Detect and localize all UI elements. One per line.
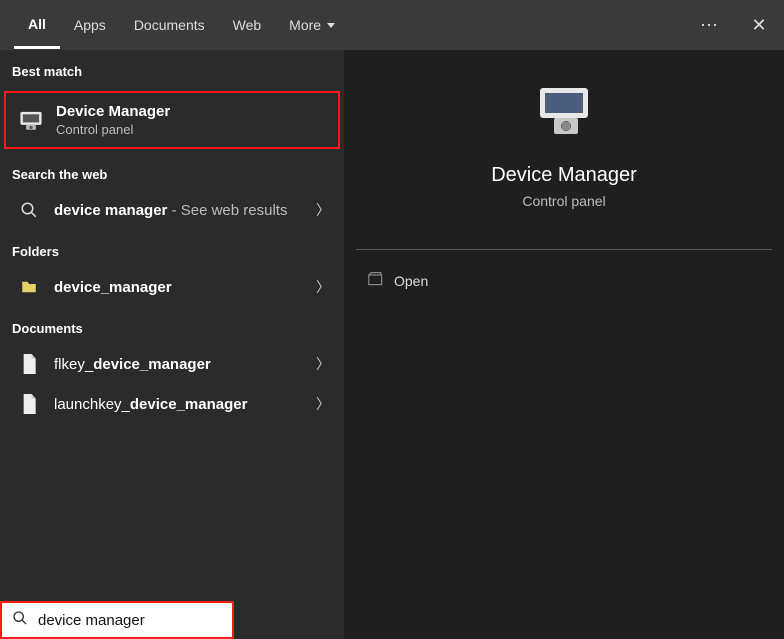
search-icon: [14, 201, 44, 219]
chevron-right-icon: 〉: [308, 354, 330, 374]
tab-apps[interactable]: Apps: [60, 3, 120, 47]
preview-title: Device Manager: [491, 164, 637, 187]
body: Best match Device Manager Control panel …: [0, 50, 784, 639]
device-manager-large-icon: [532, 80, 596, 144]
preview-header: Device Manager Control panel: [344, 50, 784, 229]
tab-label: All: [28, 16, 46, 32]
document-icon: [14, 394, 44, 414]
web-result-text: device manager - See web results: [54, 202, 308, 219]
close-button[interactable]: ✕: [734, 0, 784, 50]
chevron-right-icon: 〉: [308, 394, 330, 414]
document-name: flkey_device_manager: [54, 356, 308, 373]
section-documents: Documents: [0, 307, 344, 344]
document-result[interactable]: launchkey_device_manager 〉: [0, 384, 344, 424]
chevron-down-icon: [327, 23, 335, 28]
tab-label: Documents: [134, 17, 205, 33]
results-panel: Best match Device Manager Control panel …: [0, 50, 344, 639]
folder-result[interactable]: device_manager 〉: [0, 267, 344, 307]
preview-subtitle: Control panel: [522, 193, 605, 209]
tab-documents[interactable]: Documents: [120, 3, 219, 47]
folder-name: device_manager: [54, 279, 308, 296]
search-bar[interactable]: [0, 601, 234, 639]
device-manager-icon: [16, 107, 46, 133]
more-options-button[interactable]: ⋯: [684, 0, 734, 50]
action-open[interactable]: Open: [354, 260, 774, 302]
tab-all[interactable]: All: [14, 2, 60, 49]
action-label: Open: [394, 273, 428, 289]
section-search-web: Search the web: [0, 153, 344, 190]
web-result[interactable]: device manager - See web results 〉: [0, 190, 344, 230]
section-folders: Folders: [0, 230, 344, 267]
best-match-title: Device Manager: [56, 103, 328, 120]
open-icon: [368, 272, 394, 290]
folder-icon: [14, 278, 44, 296]
document-result[interactable]: flkey_device_manager 〉: [0, 344, 344, 384]
preview-panel: Device Manager Control panel Open: [344, 50, 784, 639]
chevron-right-icon: 〉: [308, 277, 330, 297]
tab-label: Web: [233, 17, 262, 33]
tab-bar: All Apps Documents Web More ⋯ ✕: [0, 0, 784, 50]
document-icon: [14, 354, 44, 374]
best-match-subtitle: Control panel: [56, 122, 328, 137]
search-input[interactable]: [38, 612, 237, 629]
tab-more-label: More: [289, 17, 321, 33]
document-name: launchkey_device_manager: [54, 396, 308, 413]
preview-actions: Open: [344, 250, 784, 312]
tab-more[interactable]: More: [275, 3, 349, 47]
best-match-result[interactable]: Device Manager Control panel: [4, 91, 340, 149]
search-window: All Apps Documents Web More ⋯ ✕ Best mat…: [0, 0, 784, 639]
tab-web[interactable]: Web: [219, 3, 276, 47]
section-best-match: Best match: [0, 50, 344, 87]
close-icon: ✕: [751, 15, 766, 35]
tab-label: Apps: [74, 17, 106, 33]
ellipsis-icon: ⋯: [700, 15, 718, 35]
search-icon: [12, 610, 28, 630]
chevron-right-icon: 〉: [308, 200, 330, 220]
